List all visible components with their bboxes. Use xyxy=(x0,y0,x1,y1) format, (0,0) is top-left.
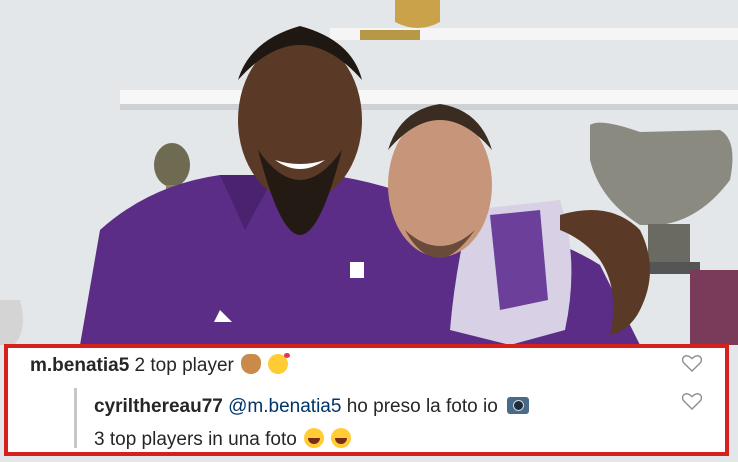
comments-highlight-box: m.benatia5 2 top player cyrilthereau77 @… xyxy=(4,344,729,456)
like-heart-icon[interactable] xyxy=(681,354,703,372)
comment-text: ho preso la foto io xyxy=(346,396,498,417)
comment-2: cyrilthereau77 @m.benatia5 ho preso la f… xyxy=(94,396,530,418)
laughing-face-icon xyxy=(331,428,352,448)
comment-1: m.benatia5 2 top player xyxy=(30,353,291,377)
laughing-face-icon xyxy=(304,428,325,448)
kiss-face-icon xyxy=(268,353,291,374)
like-heart-icon[interactable] xyxy=(681,392,703,410)
camera-icon xyxy=(507,397,530,414)
ok-hand-icon xyxy=(241,354,262,374)
comment-text: 2 top player xyxy=(134,355,234,376)
comment-text-line2: 3 top players in una foto xyxy=(94,429,297,450)
reply-thread-line xyxy=(74,388,77,448)
comment-2-line-2: 3 top players in una foto xyxy=(94,428,352,451)
comment-username[interactable]: m.benatia5 xyxy=(30,355,129,376)
mention-link[interactable]: @m.benatia5 xyxy=(228,396,341,417)
comment-username[interactable]: cyrilthereau77 xyxy=(94,396,223,417)
